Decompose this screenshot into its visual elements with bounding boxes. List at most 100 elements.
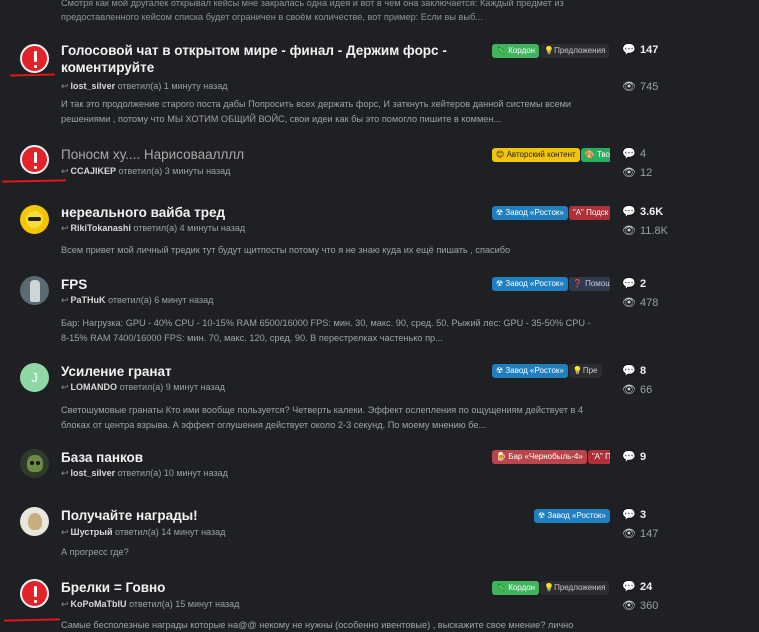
tag-rostok[interactable]: ☢ Завод «Росток»: [534, 509, 610, 523]
reply-arrow-icon: ↩: [61, 81, 69, 91]
topic-last-reply: ↩ Шустрый ответил(а) 14 минут назад: [61, 527, 225, 538]
view-count: 👁 745: [622, 81, 659, 93]
user-avatar[interactable]: [20, 449, 49, 478]
topic-last-reply: ↩ PaTHuK ответил(а) 6 минут назад: [61, 295, 213, 306]
red-underline-mark: [1, 179, 67, 183]
username-link[interactable]: LOMANDO: [71, 382, 118, 392]
tag-proposals[interactable]: 💡Предложения: [540, 44, 610, 58]
topic-excerpt: И так это продолжение старого поста дабы…: [61, 99, 572, 124]
topic-title[interactable]: Усиление гранат: [61, 363, 481, 380]
reply-arrow-icon: ↩: [61, 599, 69, 609]
view-count: 👁 478: [622, 297, 659, 309]
tag-kordon[interactable]: 🦎 Кордон: [492, 44, 540, 58]
topic-title[interactable]: Брелки = Говно: [61, 579, 481, 596]
topic-title[interactable]: База панков: [61, 449, 481, 466]
warning-avatar[interactable]: [20, 44, 49, 73]
topic-row[interactable]: FPS ↩ PaTHuK ответил(а) 6 минут назад Бар…: [0, 270, 759, 350]
topic-tags: 🦎 Кордон 💡Предложения: [492, 581, 610, 595]
topic-row[interactable]: нереального вайба тред ↩ RikiTokanashi от…: [0, 197, 759, 262]
topic-excerpt: Бар: Нагрузка: GPU - 40% CPU - 10-15% RA…: [61, 318, 591, 343]
topic-last-reply: ↩ CCAJIKEP ответил(а) 3 минуты назад: [61, 166, 230, 177]
user-avatar[interactable]: [20, 507, 49, 536]
post-count: 💬 4: [622, 148, 647, 160]
topic-last-reply: ↩ RikiTokanashi ответил(а) 4 минуты назад: [61, 223, 245, 234]
user-avatar[interactable]: [20, 276, 49, 305]
excerpt-line: предоставленного кейсом списка будет огр…: [61, 12, 483, 22]
reply-arrow-icon: ↩: [61, 295, 69, 305]
warning-avatar[interactable]: [20, 579, 49, 608]
tag-podsk[interactable]: "A" Подск: [568, 206, 610, 220]
topic-title[interactable]: Поносм ху.... Нарисоваалллл: [61, 146, 481, 163]
topic-excerpt: А прогресс где?: [61, 547, 129, 557]
user-avatar[interactable]: J: [20, 363, 49, 392]
reply-arrow-icon: ↩: [61, 166, 69, 176]
topic-row[interactable]: Брелки = Говно ↩ KoPoMaTbIU ответил(а) 15…: [0, 574, 759, 632]
topic-last-reply: ↩ KoPoMaTbIU ответил(а) 15 минут назад: [61, 599, 239, 610]
view-count: 👁 66: [622, 384, 653, 396]
topic-row[interactable]: Голосовой чат в открытом мире - финал - …: [0, 36, 759, 126]
topic-row[interactable]: J Усиление гранат ↩ LOMANDO ответил(а) 9 …: [0, 357, 759, 437]
reply-arrow-icon: ↩: [61, 527, 69, 537]
user-avatar[interactable]: [20, 205, 49, 234]
topic-tags: ☢ Завод «Росток» 💡Пре: [492, 364, 610, 378]
eye-icon: 👁: [622, 528, 636, 540]
chat-bubble-icon: 💬: [622, 278, 636, 290]
tag-help[interactable]: ❓ Помощь: [568, 277, 610, 291]
reply-time: ответил(а) 1 минуту назад: [117, 81, 228, 91]
tag-proposals[interactable]: 💡Пре: [568, 364, 602, 378]
view-count: 👁 12: [622, 167, 653, 179]
reply-time: ответил(а) 15 минут назад: [129, 599, 240, 609]
eye-icon: 👁: [622, 81, 636, 93]
username-link[interactable]: lost_silver: [71, 468, 116, 478]
red-underline-mark: [3, 618, 61, 622]
tag-proposals[interactable]: 💡Предложения: [540, 581, 610, 595]
chat-bubble-icon: 💬: [622, 44, 636, 56]
tag-author-content[interactable]: 😊 Авторский контент: [492, 148, 580, 162]
tag-rostok[interactable]: ☢ Завод «Росток»: [492, 277, 568, 291]
eye-icon: 👁: [622, 297, 636, 309]
reply-time: ответил(а) 4 минуты назад: [133, 223, 246, 233]
tag-podsk[interactable]: "A" Под: [587, 450, 610, 464]
topic-tags: ☢ Завод «Росток» ❓ Помощь: [492, 277, 610, 291]
chat-bubble-icon: 💬: [622, 509, 636, 521]
post-count: 💬 8: [622, 365, 647, 377]
username-link[interactable]: lost_silver: [71, 81, 116, 91]
reply-time: ответил(а) 9 минут назад: [119, 382, 225, 392]
tag-rostok[interactable]: ☢ Завод «Росток»: [492, 364, 568, 378]
eye-icon: 👁: [622, 384, 636, 396]
topic-tags: 🍺 Бар «Чернобыль-4» "A" Под: [492, 450, 610, 464]
username-link[interactable]: KoPoMaTbIU: [71, 599, 127, 609]
username-link[interactable]: RikiTokanashi: [71, 223, 131, 233]
topic-row[interactable]: База панков ↩ lost_silver ответил(а) 10 м…: [0, 444, 759, 489]
topic-last-reply: ↩ lost_silver ответил(а) 1 минуту назад: [61, 81, 227, 92]
tag-creative[interactable]: 🎨 Тво: [580, 148, 610, 162]
post-count: 💬 147: [622, 44, 659, 56]
username-link[interactable]: PaTHuK: [71, 295, 106, 305]
topic-last-reply: ↩ LOMANDO ответил(а) 9 минут назад: [61, 382, 225, 393]
topic-tags: 🦎 Кордон 💡Предложения: [492, 44, 610, 58]
tag-kordon[interactable]: 🦎 Кордон: [492, 581, 540, 595]
topic-tags: ☢ Завод «Росток»: [534, 509, 612, 523]
topic-row[interactable]: Поносм ху.... Нарисоваалллл ↩ CCAJIKEP от…: [0, 140, 759, 190]
previous-topic-excerpt: Смотря как мой другалек открывал кейсы м…: [61, 0, 591, 24]
topic-title[interactable]: FPS: [61, 276, 481, 293]
reply-arrow-icon: ↩: [61, 382, 69, 392]
eye-icon: 👁: [622, 600, 636, 612]
eye-icon: 👁: [622, 225, 636, 237]
topic-title[interactable]: нереального вайба тред: [61, 204, 481, 221]
topic-title[interactable]: Получайте награды!: [61, 507, 481, 524]
topic-title[interactable]: Голосовой чат в открытом мире - финал - …: [61, 42, 456, 76]
tag-bar[interactable]: 🍺 Бар «Чернобыль-4»: [492, 450, 587, 464]
username-link[interactable]: CCAJIKEP: [71, 166, 117, 176]
warning-avatar[interactable]: [20, 145, 49, 174]
reply-arrow-icon: ↩: [61, 468, 69, 478]
topic-excerpt: Светошумовые гранаты Кто ими вообще поль…: [61, 405, 584, 430]
view-count: 👁 360: [622, 600, 659, 612]
tag-rostok[interactable]: ☢ Завод «Росток»: [492, 206, 568, 220]
topic-row[interactable]: Получайте награды! ↩ Шустрый ответил(а) 1…: [0, 502, 759, 567]
username-link[interactable]: Шустрый: [71, 527, 113, 537]
post-count: 💬 3: [622, 509, 647, 521]
reply-time: ответил(а) 3 минуты назад: [118, 166, 231, 176]
view-count: 👁 147: [622, 528, 659, 540]
reply-arrow-icon: ↩: [61, 223, 69, 233]
